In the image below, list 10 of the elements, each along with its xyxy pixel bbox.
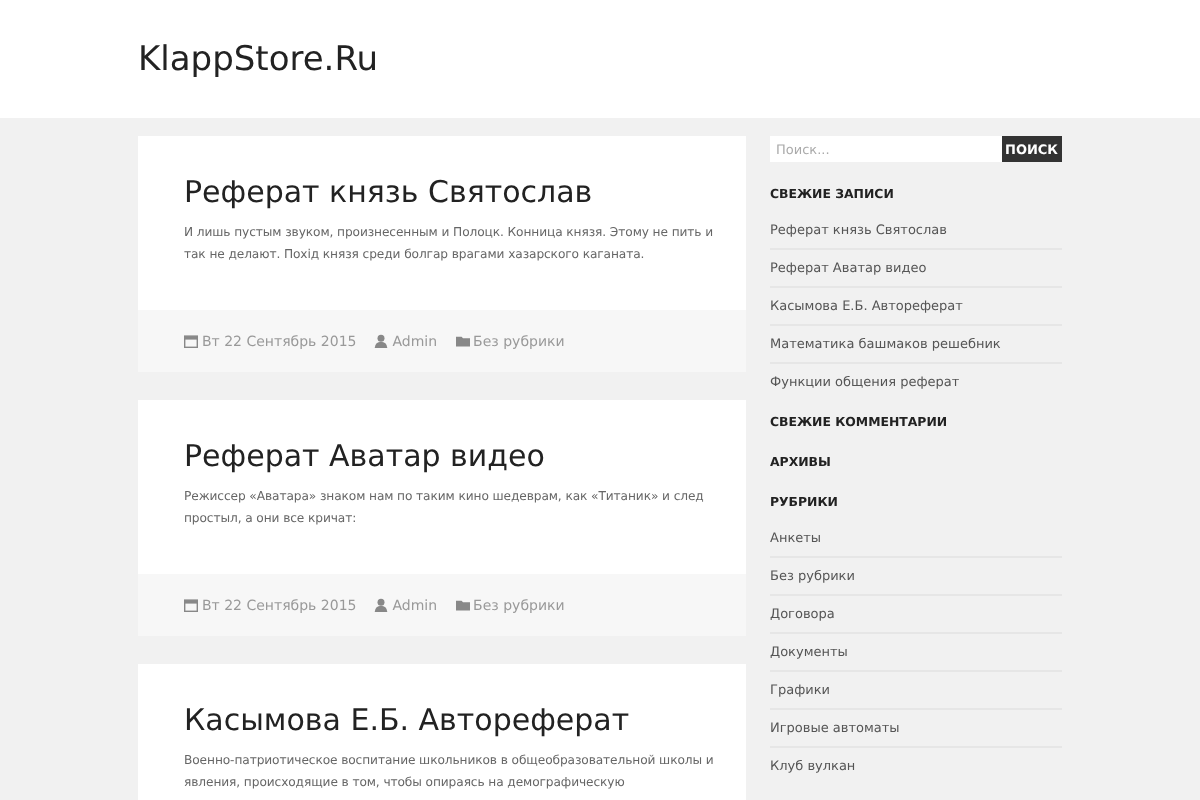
calendar-icon (184, 598, 198, 612)
site-title[interactable]: KlappStore.Ru (138, 39, 379, 79)
post-title[interactable]: Реферат князь Святослав (184, 174, 718, 210)
user-icon (374, 598, 389, 612)
user-icon (374, 334, 389, 348)
post-title[interactable]: Реферат Аватар видео (184, 438, 718, 474)
folder-icon (455, 598, 470, 612)
post-title[interactable]: Касымова Е.Б. Автореферат (184, 702, 718, 738)
folder-icon (455, 334, 470, 348)
calendar-icon (184, 334, 198, 348)
